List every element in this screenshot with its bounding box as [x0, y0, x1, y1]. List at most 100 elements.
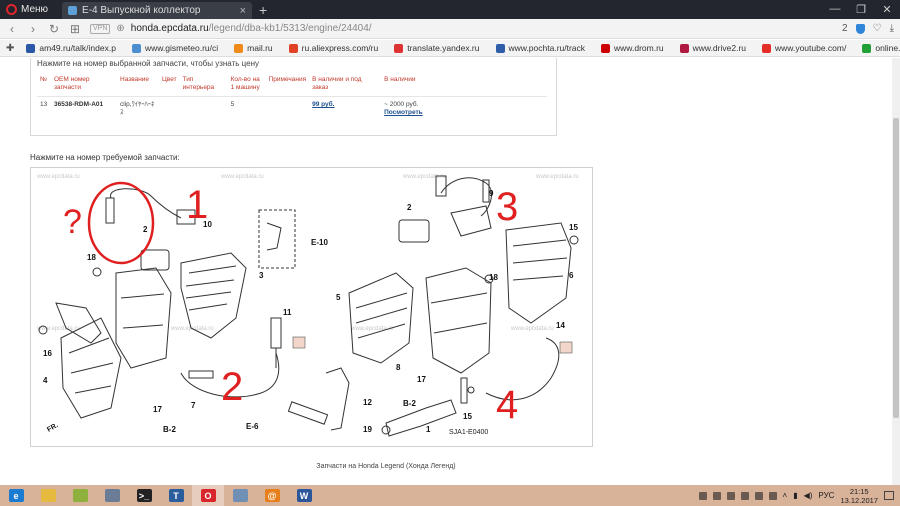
callout-5[interactable]: 5	[336, 293, 341, 302]
maximize-icon[interactable]: ❐	[848, 3, 874, 16]
tray-app-icon[interactable]	[740, 491, 749, 500]
bookmark-item[interactable]: www.gismeteo.ru/ci	[131, 43, 219, 53]
bookmark-item[interactable]: am49.ru/talk/index.p	[26, 43, 116, 53]
taskbar-app-total-commander[interactable]: T	[160, 485, 192, 506]
bookmark-item[interactable]: translate.yandex.ru	[394, 43, 480, 53]
download-icon[interactable]: ⤓	[890, 23, 894, 34]
url-field[interactable]: VPN ⊕ honda.epcdata.ru/legend/dba-kb1/53…	[90, 21, 833, 36]
callout-2-right[interactable]: 2	[407, 203, 412, 212]
callout-e10[interactable]: E-10	[311, 238, 328, 247]
network-icon[interactable]: ▮	[793, 491, 797, 500]
tray-app-icon[interactable]	[768, 491, 777, 500]
callout-18-right[interactable]: 18	[489, 273, 498, 282]
callout-b2-right[interactable]: B-2	[403, 399, 416, 408]
total-commander-icon: T	[168, 489, 184, 502]
taskbar-app-word[interactable]: W	[288, 485, 320, 506]
minimize-icon[interactable]: —	[822, 3, 848, 16]
bookmark-label: www.gismeteo.ru/ci	[144, 43, 219, 53]
tray-app-icon[interactable]	[698, 491, 707, 500]
ie-icon: e	[8, 489, 24, 502]
bookmark-item[interactable]: www.drom.ru	[601, 43, 664, 53]
callout-17-right[interactable]: 17	[417, 375, 426, 384]
taskbar-app-explorer[interactable]	[32, 485, 64, 506]
taskbar-app-notes[interactable]	[64, 485, 96, 506]
callout-10[interactable]: 10	[203, 220, 212, 229]
forward-icon[interactable]: ›	[27, 22, 39, 36]
callout-14[interactable]: 14	[556, 321, 565, 330]
diagram-code: SJA1-E0400	[449, 429, 488, 436]
taskbar-app-ie[interactable]: e	[0, 485, 32, 506]
bookmark-item[interactable]: mail.ru	[234, 43, 273, 53]
callout-b2-left[interactable]: B-2	[163, 425, 176, 434]
clock-date: 13.12.2017	[840, 495, 878, 505]
bookmark-list: am49.ru/talk/index.p www.gismeteo.ru/ci ma…	[26, 43, 900, 53]
tray-app-icon[interactable]	[754, 491, 763, 500]
price-order-link[interactable]: 99 руб.	[312, 101, 334, 108]
callout-7[interactable]: 7	[191, 401, 196, 410]
callout-1[interactable]: 1	[426, 425, 431, 434]
callout-3[interactable]: 3	[259, 271, 264, 280]
taskbar-app-calculator[interactable]	[96, 485, 128, 506]
reload-icon[interactable]: ↻	[48, 22, 60, 36]
window-controls: — ❐ ✕	[822, 3, 900, 16]
new-tab-button[interactable]: +	[252, 2, 274, 18]
opera-menu-button[interactable]: Меню	[0, 0, 54, 19]
taskbar-apps: e >_ T O @ W	[0, 485, 320, 506]
bookmark-item[interactable]: www.youtube.com/	[762, 43, 846, 53]
close-window-icon[interactable]: ✕	[874, 3, 900, 16]
callout-15[interactable]: 15	[463, 412, 472, 421]
callout-16[interactable]: 16	[43, 349, 52, 358]
panel-hint: Нажмите на номер выбранной запчасти, что…	[37, 59, 259, 68]
bookmark-favicon-icon	[26, 43, 36, 53]
taskbar-app-remote[interactable]	[224, 485, 256, 506]
callout-2[interactable]: 2	[143, 225, 148, 234]
tray-app-icon[interactable]	[712, 491, 721, 500]
col-interior: Тип интерьера	[182, 76, 215, 91]
callout-12[interactable]: 12	[363, 398, 372, 407]
tray-expand-icon[interactable]: ˄	[783, 491, 788, 500]
annotation-2: 2	[221, 365, 243, 409]
col-oem: OEM номер запчасти	[54, 76, 90, 91]
callout-18[interactable]: 18	[87, 253, 96, 262]
bookmark-favicon-icon	[495, 43, 505, 53]
add-bookmark-button[interactable]: ✚	[6, 43, 14, 54]
callout-19[interactable]: 19	[363, 425, 372, 434]
bookmark-item[interactable]: www.drive2.ru	[679, 43, 746, 53]
address-bar: ‹ › ↻ ⊞ VPN ⊕ honda.epcdata.ru/legend/db…	[0, 19, 900, 39]
language-indicator[interactable]: РУС	[818, 491, 834, 500]
tab-close-icon[interactable]: ×	[240, 5, 246, 17]
bookmark-item[interactable]: www.pochta.ru/track	[495, 43, 586, 53]
tab-active[interactable]: E-4 Выпускной коллектор ×	[62, 2, 253, 19]
scrollbar-thumb[interactable]	[893, 118, 899, 418]
callout-e6[interactable]: E-6	[246, 422, 259, 431]
adblock-shield-icon[interactable]	[855, 23, 865, 34]
cell-no: 13	[37, 96, 51, 117]
callout-17[interactable]: 17	[153, 405, 162, 414]
tab-favicon-icon	[68, 6, 78, 15]
callout-9[interactable]: 9	[489, 189, 494, 198]
callout-11[interactable]: 11	[283, 308, 292, 317]
tabs-grid-icon[interactable]: ⊞	[69, 22, 81, 36]
notification-icon[interactable]	[884, 491, 894, 500]
bookmark-item[interactable]: online.sberbank.ru/C	[862, 43, 900, 53]
heart-icon[interactable]: ♡	[873, 23, 882, 34]
tray-app-icon[interactable]	[726, 491, 735, 500]
bookmark-item[interactable]: ru.aliexpress.com/ru	[288, 43, 378, 53]
view-offer-link[interactable]: Посмотреть	[384, 109, 544, 117]
taskbar-app-mail-agent[interactable]: @	[256, 485, 288, 506]
clock[interactable]: 21:15 13.12.2017	[840, 487, 878, 505]
volume-icon[interactable]: ◀)	[804, 491, 813, 500]
back-icon[interactable]: ‹	[6, 22, 18, 36]
cell-qty: 5	[227, 96, 266, 117]
vpn-badge[interactable]: VPN	[90, 23, 111, 34]
callout-8[interactable]: 8	[396, 363, 401, 372]
callout-4[interactable]: 4	[43, 376, 48, 385]
bookmark-label: www.pochta.ru/track	[508, 43, 586, 53]
taskbar-app-opera[interactable]: O	[192, 485, 224, 506]
bookmark-label: www.youtube.com/	[775, 43, 847, 53]
address-right-controls: 2 ♡ ⤓	[842, 23, 894, 34]
callout-6[interactable]: 6	[569, 271, 574, 280]
taskbar-app-terminal[interactable]: >_	[128, 485, 160, 506]
col-color: Цвет	[162, 76, 177, 83]
callout-15-top[interactable]: 15	[569, 223, 578, 232]
